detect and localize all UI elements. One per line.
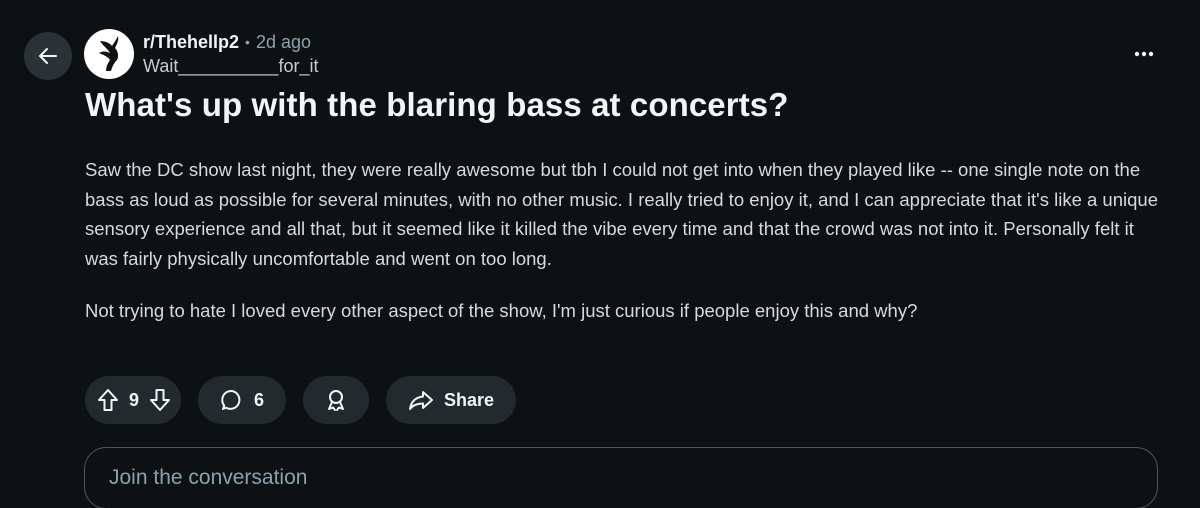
upvote-icon[interactable] (97, 388, 119, 412)
post-page: r/Thehellp2 • 2d ago Wait__________for_i… (0, 0, 1200, 508)
subreddit-name[interactable]: r/Thehellp2 (143, 31, 239, 53)
comment-icon (220, 388, 244, 412)
post-body: Saw the DC show last night, they were re… (85, 155, 1165, 349)
vote-control: 9 (85, 376, 182, 424)
post-timestamp: 2d ago (255, 32, 311, 52)
comment-input[interactable] (84, 447, 1158, 508)
post-title: What's up with the blaring bass at conce… (85, 86, 789, 123)
share-label: Share (444, 389, 495, 410)
award-button[interactable] (303, 376, 370, 424)
comment-count: 6 (254, 389, 265, 410)
hand-logo-icon (99, 36, 119, 71)
downvote-icon[interactable] (149, 388, 171, 412)
author-username[interactable]: Wait__________for_it (143, 55, 318, 77)
action-bar: 9 6 Share (85, 376, 517, 424)
award-icon (324, 388, 348, 412)
post-paragraph: Saw the DC show last night, they were re… (85, 159, 1158, 269)
arrow-left-icon (37, 45, 59, 67)
more-options-button[interactable] (1128, 38, 1160, 70)
back-button[interactable] (24, 32, 72, 80)
share-icon (408, 389, 434, 411)
vote-count: 9 (129, 389, 140, 410)
subreddit-avatar[interactable] (84, 29, 134, 79)
comments-button[interactable]: 6 (198, 376, 287, 424)
post-meta: r/Thehellp2 • 2d ago Wait__________for_i… (143, 31, 318, 77)
share-button[interactable]: Share (386, 376, 517, 424)
more-options-icon (1134, 51, 1154, 57)
separator-dot: • (245, 34, 250, 50)
post-paragraph: Not trying to hate I loved every other a… (85, 300, 918, 321)
